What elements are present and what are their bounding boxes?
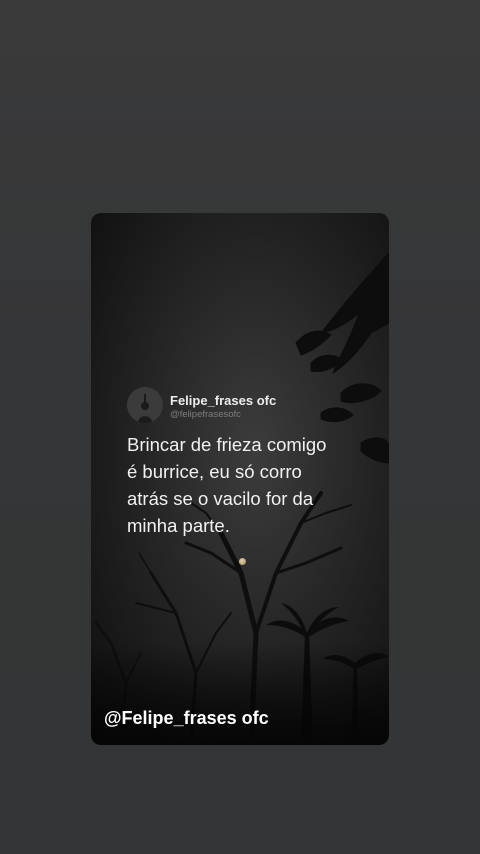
moon-icon bbox=[239, 558, 246, 565]
quote-line: é burrice, eu só corro bbox=[127, 461, 302, 482]
post-header: Felipe_frases ofc @felipefrasesofc bbox=[127, 387, 367, 423]
watermark-handle: @Felipe_frases ofc bbox=[104, 708, 269, 728]
quote-text: Brincar de frieza comigo é burrice, eu s… bbox=[127, 431, 377, 539]
avatar-silhouette-icon[interactable] bbox=[127, 387, 163, 423]
quote-line: atrás se o vacilo for da bbox=[127, 488, 314, 509]
quote-line: minha parte. bbox=[127, 515, 230, 536]
author-name[interactable]: Felipe_frases ofc bbox=[170, 393, 276, 408]
quote-card[interactable]: Felipe_frases ofc @felipefrasesofc Brinc… bbox=[91, 213, 389, 745]
author-handle[interactable]: @felipefrasesofc bbox=[170, 409, 241, 420]
quote-line: Brincar de frieza comigo bbox=[127, 434, 327, 455]
